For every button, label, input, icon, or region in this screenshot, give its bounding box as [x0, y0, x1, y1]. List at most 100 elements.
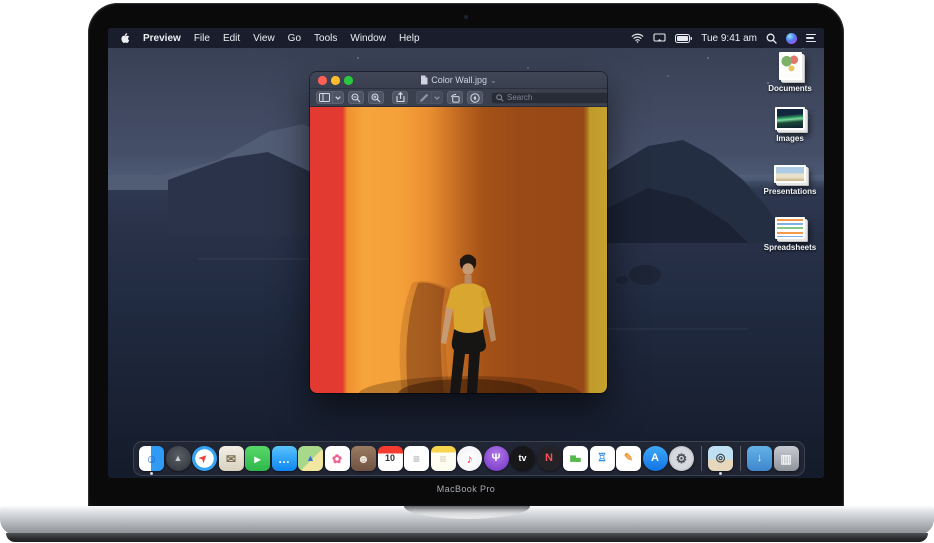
tv-glyph: tv	[518, 454, 526, 463]
spreadsheets-stack-icon[interactable]	[775, 217, 805, 239]
menu-item-view[interactable]: View	[253, 33, 275, 44]
dock-pages-icon[interactable]: ✎	[616, 446, 641, 471]
dock-maps-icon[interactable]: ▲	[298, 446, 323, 471]
search-input[interactable]	[507, 93, 607, 102]
minimize-button[interactable]	[331, 76, 340, 85]
dock-system-preferences-icon[interactable]: ⚙	[669, 446, 694, 471]
contacts-glyph: ☻	[357, 453, 370, 465]
product-shot: Preview File Edit View Go Tools Window H…	[0, 0, 934, 543]
pages-glyph: ✎	[624, 453, 633, 464]
stack-spreadsheets[interactable]: Spreadsheets	[758, 217, 822, 252]
stack-images[interactable]: Images	[758, 107, 822, 143]
macbook-lid: Preview File Edit View Go Tools Window H…	[88, 3, 844, 507]
screen: Preview File Edit View Go Tools Window H…	[108, 28, 824, 478]
dock-trash-icon[interactable]: ▥	[774, 446, 799, 471]
documents-stack-icon[interactable]	[779, 52, 802, 80]
presentations-stack-icon[interactable]	[774, 165, 806, 183]
menu-item-tools[interactable]: Tools	[314, 33, 337, 44]
siri-icon[interactable]	[786, 33, 797, 44]
markup-pen-button[interactable]	[416, 91, 432, 104]
dock-calendar-icon[interactable]: 10	[378, 446, 403, 471]
right-forearm	[484, 306, 496, 342]
launchpad-glyph: ▲	[174, 454, 183, 463]
stack-label: Documents	[768, 84, 812, 93]
dock-mail-icon[interactable]: ✉	[219, 446, 244, 471]
macbook-base	[0, 506, 934, 535]
dock: ☺ ▲ ➤ ✉ ▸ … ▲ ✿ ☻ 10 ≡ ≡ ♪ Ψtv N ▆▄ ♖ ✎ A ⚙ ◎ ↓▥	[133, 441, 805, 476]
apple-menu-icon[interactable]	[119, 32, 130, 44]
pencil-icon	[419, 93, 429, 103]
document-icon	[420, 75, 428, 85]
dock-photos-icon[interactable]: ✿	[325, 446, 350, 471]
mail-glyph: ✉	[226, 453, 236, 465]
model-label: MacBook Pro	[88, 484, 844, 494]
window-title[interactable]: Color Wall.jpg	[431, 75, 487, 85]
menu-item-edit[interactable]: Edit	[223, 33, 240, 44]
music-glyph: ♪	[467, 453, 473, 465]
messages-glyph: …	[278, 453, 290, 465]
dock-contacts-icon[interactable]: ☻	[351, 446, 376, 471]
view-options-button[interactable]	[316, 91, 333, 104]
battery-icon[interactable]	[675, 34, 692, 43]
share-icon	[396, 92, 405, 103]
numbers-glyph: ▆▄	[570, 455, 580, 462]
dock-finder-icon[interactable]: ☺	[139, 446, 164, 471]
share-button[interactable]	[392, 91, 408, 104]
menu-item-go[interactable]: Go	[288, 33, 301, 44]
wifi-icon[interactable]	[631, 33, 644, 43]
dock-facetime-icon[interactable]: ▸	[245, 446, 270, 471]
stack-documents[interactable]: Documents	[758, 52, 822, 93]
menu-item-app[interactable]: Preview	[143, 33, 181, 44]
zoom-button[interactable]	[344, 76, 353, 85]
markup-circle-icon	[470, 93, 480, 103]
dock-notes-icon[interactable]: ≡	[431, 446, 456, 471]
dock-music-icon[interactable]: ♪	[457, 446, 482, 471]
base-underside	[6, 533, 928, 542]
dock-downloads-folder-icon[interactable]: ↓	[747, 446, 772, 471]
markup-pen-chevron-button[interactable]	[432, 91, 443, 104]
zoom-out-button[interactable]	[348, 91, 364, 104]
window-toolbar	[310, 89, 607, 107]
dock-reminders-icon[interactable]: ≡	[404, 446, 429, 471]
spotlight-search-icon[interactable]	[766, 33, 777, 44]
dock-numbers-icon[interactable]: ▆▄	[563, 446, 588, 471]
notification-center-icon[interactable]	[806, 34, 816, 42]
images-stack-icon[interactable]	[775, 107, 805, 130]
search-field[interactable]	[491, 92, 607, 104]
dock-appstore-icon[interactable]: A	[643, 446, 668, 471]
menu-item-help[interactable]: Help	[399, 33, 420, 44]
menu-item-file[interactable]: File	[194, 33, 210, 44]
lid-opening-notch	[404, 506, 530, 519]
keynote-glyph: ♖	[597, 453, 607, 464]
window-titlebar[interactable]: Color Wall.jpg ⌄	[310, 72, 607, 89]
zoom-in-button[interactable]	[368, 91, 384, 104]
menu-bar-clock[interactable]: Tue 9:41 am	[701, 33, 757, 44]
markup-toolbar-button[interactable]	[467, 91, 483, 104]
dock-safari-icon[interactable]: ➤	[192, 446, 217, 471]
preview-window: Color Wall.jpg ⌄	[310, 72, 607, 393]
safari-glyph: ➤	[198, 452, 211, 465]
title-chevron-icon[interactable]: ⌄	[490, 76, 497, 85]
stack-presentations[interactable]: Presentations	[758, 165, 822, 196]
sea-rock-small	[616, 276, 628, 284]
dock-news-icon[interactable]: N	[537, 446, 562, 471]
dock-tv-icon[interactable]: tv	[510, 446, 535, 471]
photos-glyph: ✿	[332, 453, 342, 465]
close-button[interactable]	[318, 76, 327, 85]
dock-launchpad-icon[interactable]: ▲	[166, 446, 191, 471]
dock-messages-icon[interactable]: …	[272, 446, 297, 471]
dock-podcasts-icon[interactable]: Ψ	[484, 446, 509, 471]
view-options-chevron-button[interactable]	[333, 91, 344, 104]
rotate-left-button[interactable]	[447, 91, 463, 104]
menu-item-window[interactable]: Window	[350, 33, 386, 44]
dock-separator	[701, 446, 702, 471]
podcasts-glyph: Ψ	[492, 453, 501, 464]
sea-rock	[629, 265, 661, 285]
running-indicator	[719, 472, 722, 475]
dock-preview-icon[interactable]: ◎	[708, 446, 733, 471]
display-mirroring-icon[interactable]	[653, 33, 666, 43]
notes-glyph: ≡	[439, 453, 446, 465]
appstore-glyph: A	[651, 453, 659, 464]
dock-keynote-icon[interactable]: ♖	[590, 446, 615, 471]
calendar-glyph: 10	[385, 454, 395, 463]
